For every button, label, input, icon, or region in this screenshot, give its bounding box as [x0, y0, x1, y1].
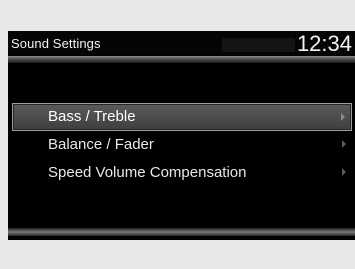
- sound-settings-menu: Bass / Treble Balance / Fader Speed Volu…: [12, 103, 352, 187]
- menu-item-label: Speed Volume Compensation: [48, 164, 247, 181]
- footer-divider: [8, 228, 355, 236]
- screen-title: Sound Settings: [11, 36, 101, 51]
- chevron-right-icon: [341, 113, 345, 121]
- menu-item-label: Balance / Fader: [48, 136, 154, 153]
- menu-item-balance-fader[interactable]: Balance / Fader: [12, 131, 352, 159]
- menu-item-speed-volume-compensation[interactable]: Speed Volume Compensation: [12, 159, 352, 187]
- clock: 12:34: [296, 31, 352, 56]
- sound-settings-screen: Sound Settings 12:34 Bass / Treble Balan…: [8, 31, 355, 240]
- top-bar: Sound Settings 12:34: [8, 31, 355, 56]
- status-indicator-area: [222, 38, 295, 52]
- header-divider: [8, 56, 355, 63]
- menu-item-bass-treble[interactable]: Bass / Treble: [12, 103, 352, 131]
- menu-item-label: Bass / Treble: [48, 108, 136, 125]
- chevron-right-icon: [342, 168, 346, 176]
- chevron-right-icon: [342, 140, 346, 148]
